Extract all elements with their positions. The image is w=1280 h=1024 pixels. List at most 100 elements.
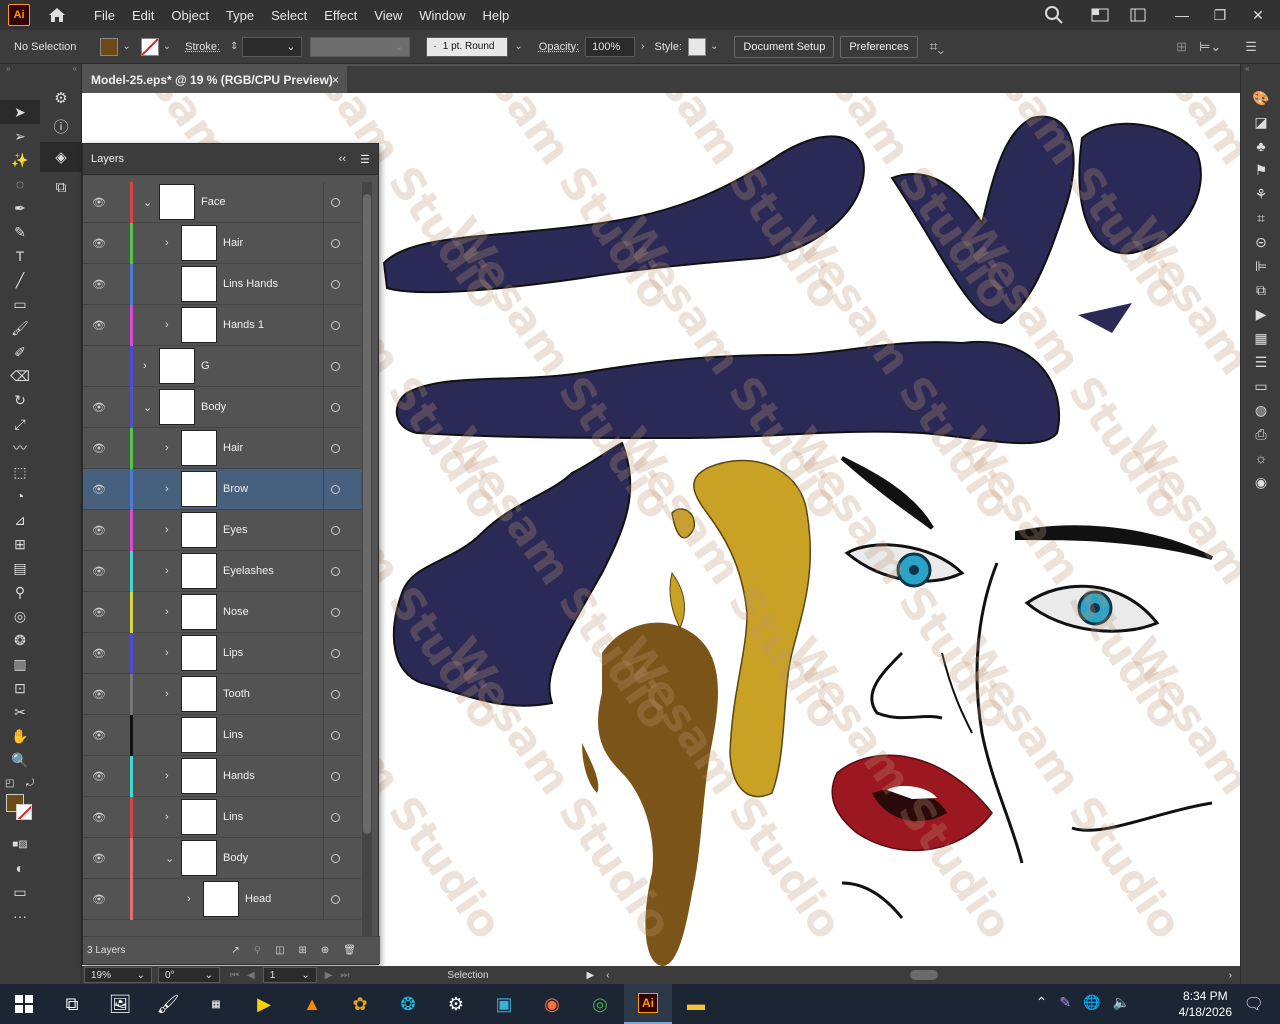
expand-chevron-icon[interactable]: › bbox=[165, 319, 175, 331]
first-artboard-icon[interactable]: ⏮ bbox=[230, 970, 239, 981]
appearance-icon[interactable]: ☼ bbox=[1241, 446, 1280, 470]
visibility-eye-icon[interactable]: 👁 bbox=[92, 729, 106, 742]
eyedropper-icon[interactable]: ⚲ bbox=[0, 580, 40, 604]
gradient-tool-icon[interactable]: ▤ bbox=[0, 556, 40, 580]
restore-icon[interactable]: ❐ bbox=[1208, 3, 1232, 27]
photos-app-icon[interactable]: 🖼 bbox=[96, 984, 144, 1024]
align-panel-icon[interactable]: ⊫ bbox=[1241, 254, 1280, 278]
search-icon[interactable] bbox=[1042, 3, 1066, 27]
layer-name[interactable]: Body bbox=[223, 852, 248, 864]
layer-target-icon[interactable] bbox=[331, 526, 340, 535]
layer-target-icon[interactable] bbox=[331, 280, 340, 289]
slice-tool-icon[interactable]: ✂ bbox=[0, 700, 40, 724]
transparency-panel-icon[interactable]: ◍ bbox=[1241, 398, 1280, 422]
visibility-eye-icon[interactable]: 👁 bbox=[92, 442, 106, 455]
delete-layer-icon[interactable]: 🗑 bbox=[343, 945, 356, 956]
stroke-color-box[interactable] bbox=[16, 804, 32, 820]
layer-name[interactable]: Lins bbox=[223, 729, 243, 741]
expand-chevron-icon[interactable]: › bbox=[143, 360, 153, 372]
toolbar-collapse-icon[interactable]: » bbox=[0, 64, 40, 72]
illustrator-taskbar-icon[interactable]: Ai bbox=[624, 984, 672, 1024]
start-icon[interactable] bbox=[0, 984, 48, 1024]
layer-target-icon[interactable] bbox=[331, 198, 340, 207]
vlc-icon[interactable]: ▲ bbox=[288, 984, 336, 1024]
free-transform-icon[interactable]: ⬚ bbox=[0, 460, 40, 484]
layer-target-icon[interactable] bbox=[331, 485, 340, 494]
status-arrow-icon[interactable]: ▶ bbox=[587, 970, 595, 981]
opacity-field[interactable]: 100% bbox=[585, 37, 635, 57]
export-icon[interactable]: ↗ bbox=[231, 945, 239, 956]
pen-tray-icon[interactable]: ✎ bbox=[1059, 994, 1071, 1011]
layer-row[interactable]: 👁 › Hair bbox=[83, 428, 361, 469]
tray-expand-icon[interactable]: ⌃ bbox=[1036, 994, 1048, 1011]
studio-app-icon[interactable]: ▦ bbox=[192, 984, 240, 1024]
workspace-switcher-icon[interactable] bbox=[1126, 3, 1150, 27]
visibility-eye-icon[interactable]: 👁 bbox=[92, 606, 106, 619]
eraser-tool-icon[interactable]: ⌫ bbox=[0, 364, 40, 388]
column-graph-icon[interactable]: ▥ bbox=[0, 652, 40, 676]
document-tab[interactable]: Model-25.eps* @ 19 % (RGB/CPU Preview) × bbox=[82, 66, 347, 93]
layer-name[interactable]: Body bbox=[201, 401, 226, 413]
stroke-swatch[interactable] bbox=[141, 38, 159, 56]
last-artboard-icon[interactable]: ⏭ bbox=[340, 970, 349, 981]
expand-chevron-icon[interactable]: › bbox=[165, 565, 175, 577]
blend-tool-icon[interactable]: ◎ bbox=[0, 604, 40, 628]
visibility-eye-icon[interactable]: 👁 bbox=[92, 688, 106, 701]
clipping-mask-icon[interactable]: ◫ bbox=[275, 945, 284, 956]
layer-row[interactable]: 👁 ⌄ Face bbox=[83, 182, 361, 223]
opacity-arrow-icon[interactable]: › bbox=[641, 41, 644, 52]
layer-name[interactable]: Hair bbox=[223, 442, 243, 454]
rotate-tool-icon[interactable]: ↻ bbox=[0, 388, 40, 412]
task-view-icon[interactable]: ⧉ bbox=[48, 984, 96, 1024]
layer-name[interactable]: Head bbox=[245, 893, 271, 905]
actions-panel-icon[interactable]: ▶ bbox=[1241, 302, 1280, 326]
warp-tool-icon[interactable]: 〰 bbox=[0, 436, 40, 460]
layer-target-icon[interactable] bbox=[331, 854, 340, 863]
graphic-style-swatch[interactable] bbox=[688, 38, 706, 56]
firefox-icon[interactable]: ◉ bbox=[528, 984, 576, 1024]
layer-row[interactable]: 👁 › Hands 1 bbox=[83, 305, 361, 346]
layer-target-icon[interactable] bbox=[331, 321, 340, 330]
media-app-icon[interactable]: ⚙ bbox=[432, 984, 480, 1024]
color-panel-icon[interactable]: 🎨 bbox=[1241, 86, 1280, 110]
draw-mode-icon[interactable]: ◐ bbox=[0, 856, 40, 880]
visibility-eye-icon[interactable]: 👁 bbox=[92, 647, 106, 660]
layer-name[interactable]: Hands bbox=[223, 770, 255, 782]
visibility-eye-icon[interactable]: 👁 bbox=[92, 483, 106, 496]
appearance-panel-icon[interactable]: ⚙ bbox=[40, 86, 82, 110]
file-explorer-icon[interactable]: ▬ bbox=[672, 984, 720, 1024]
panel-menu-icon[interactable]: ☰ bbox=[360, 153, 370, 166]
next-artboard-icon[interactable]: ▶ bbox=[325, 970, 333, 981]
layer-row[interactable]: 👁 › Hands bbox=[83, 756, 361, 797]
expand-chevron-icon[interactable]: › bbox=[165, 442, 175, 454]
layer-target-icon[interactable] bbox=[331, 690, 340, 699]
selection-tool-icon[interactable]: ➤ bbox=[0, 100, 40, 124]
visibility-eye-icon[interactable]: 👁 bbox=[92, 852, 106, 865]
properties-panel-icon[interactable]: ☰ bbox=[1241, 350, 1280, 374]
bee-app-icon[interactable]: ✿ bbox=[336, 984, 384, 1024]
graphic-styles-icon[interactable]: ▦ bbox=[1241, 326, 1280, 350]
notification-icon[interactable]: 🗨 bbox=[1244, 994, 1264, 1014]
arrange-documents-icon[interactable] bbox=[1088, 3, 1112, 27]
shape-builder-icon[interactable]: ◔ bbox=[0, 484, 40, 508]
pen-tool-icon[interactable]: ✒ bbox=[0, 196, 40, 220]
scroll-right-icon[interactable]: › bbox=[1229, 970, 1232, 981]
rectangle-tool-icon[interactable]: ▭ bbox=[0, 292, 40, 316]
new-sublayer-icon[interactable]: ⊞ bbox=[299, 945, 307, 956]
menu-edit[interactable]: Edit bbox=[132, 8, 154, 23]
preferences-button[interactable]: Preferences bbox=[840, 36, 917, 58]
layers-panel-icon[interactable]: ◈ bbox=[40, 142, 82, 172]
layer-row[interactable]: 👁 › Lins bbox=[83, 797, 361, 838]
brush-definition[interactable]: · 1 pt. Round bbox=[426, 37, 508, 57]
curvature-tool-icon[interactable]: ✎ bbox=[0, 220, 40, 244]
layer-name[interactable]: Lins Hands bbox=[223, 278, 278, 290]
artboard-tool-icon[interactable]: ⊡ bbox=[0, 676, 40, 700]
expand-chevron-icon[interactable]: › bbox=[165, 811, 175, 823]
brush-dropdown-icon[interactable]: ⌄ bbox=[514, 41, 522, 52]
layer-name[interactable]: Eyes bbox=[223, 524, 247, 536]
perspective-grid-icon[interactable]: ⊿ bbox=[0, 508, 40, 532]
swap-colors-icon[interactable]: ⤾ bbox=[26, 778, 34, 789]
visibility-eye-icon[interactable]: 👁 bbox=[92, 811, 106, 824]
layer-name[interactable]: G bbox=[201, 360, 210, 372]
close-window-icon[interactable]: ✕ bbox=[1246, 3, 1270, 27]
